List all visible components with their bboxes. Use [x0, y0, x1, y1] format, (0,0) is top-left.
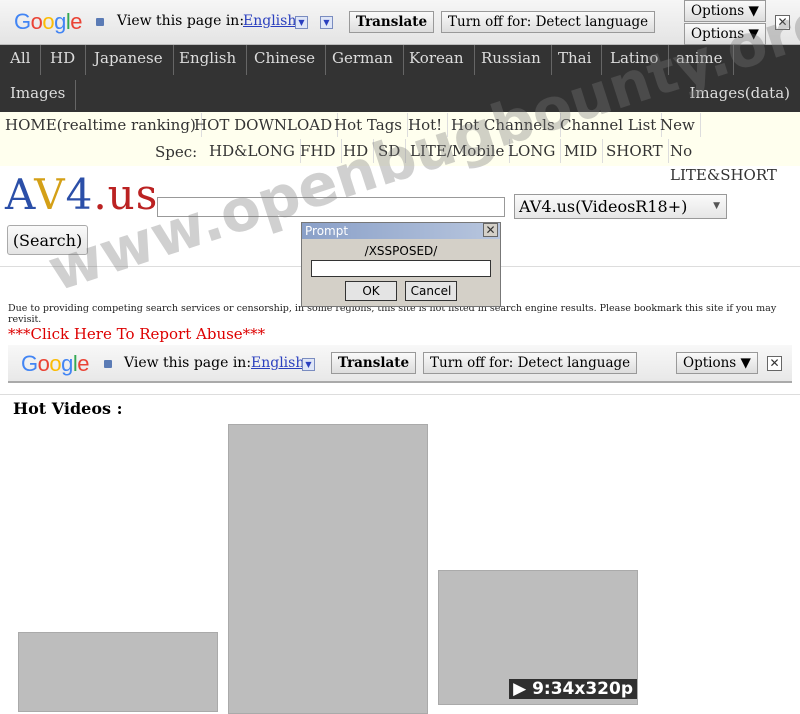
translate-button[interactable]: Translate — [349, 11, 434, 33]
lock-icon — [104, 360, 112, 368]
view-label: View this page in: — [124, 355, 251, 371]
report-abuse-link[interactable]: ***Click Here To Report Abuse*** — [8, 325, 265, 343]
video-caption: ▶ 9:34x320p — [509, 679, 637, 699]
spec-short[interactable]: SHORT — [601, 139, 669, 163]
menu-new[interactable]: New — [655, 113, 701, 137]
language-link[interactable]: English — [251, 355, 304, 371]
prompt-titlebar[interactable]: Prompt ✕ — [302, 223, 500, 239]
lock-icon — [96, 18, 104, 26]
search-button[interactable]: (Search) — [7, 225, 88, 255]
menu-channel-list[interactable]: Channel List — [555, 113, 662, 137]
nav-japanese[interactable]: Japanese — [84, 45, 174, 75]
spec-fhd[interactable]: FHD — [295, 139, 342, 163]
spec-hd[interactable]: HD — [338, 139, 374, 163]
translate-bar: Google View this page in: English ▼ ▼ Tr… — [0, 0, 800, 45]
turn-off-button[interactable]: Turn off for: Detect language — [423, 352, 637, 374]
prompt-title: Prompt — [305, 224, 348, 238]
spec-no-lite-short[interactable]: No LITE&SHORT — [665, 139, 800, 187]
video-thumbnail[interactable]: ▶ 9:34x320p — [438, 570, 638, 705]
spec-sd[interactable]: SD — [373, 139, 406, 163]
nav-chinese[interactable]: Chinese — [244, 45, 326, 75]
site-logo[interactable]: AV4.us — [5, 170, 158, 219]
google-logo: Google — [21, 351, 89, 377]
target-dropdown-icon[interactable]: ▼ — [320, 16, 333, 29]
site-select[interactable]: AV4.us(VideosR18+) ▼ — [514, 194, 727, 219]
turn-off-button[interactable]: Turn off for: Detect language — [441, 11, 655, 33]
main-menu: HOME(realtime ranking) HOT DOWNLOAD Hot … — [0, 112, 800, 166]
ok-button[interactable]: OK — [345, 281, 397, 301]
hot-videos-heading: Hot Videos : — [13, 399, 122, 418]
view-label: View this page in: — [117, 13, 244, 29]
language-link[interactable]: English — [243, 13, 296, 29]
divider — [0, 394, 800, 395]
translate-button[interactable]: Translate — [331, 352, 416, 374]
prompt-input[interactable] — [311, 260, 491, 277]
spec-hd-long[interactable]: HD&LONG — [204, 139, 301, 163]
site-select-value: AV4.us(VideosR18+) — [519, 197, 687, 216]
close-icon[interactable]: ✕ — [767, 356, 782, 371]
spec-lite-mobile[interactable]: LITE/Mobile — [405, 139, 510, 163]
category-nav: All HD Japanese English Chinese German K… — [0, 45, 800, 112]
search-input[interactable] — [157, 197, 505, 217]
nav-anime[interactable]: anime — [666, 45, 734, 75]
menu-hot[interactable]: Hot! — [403, 113, 448, 137]
options-button[interactable]: Options ▼ — [676, 352, 758, 374]
menu-hot-channels[interactable]: Hot Channels — [446, 113, 561, 137]
close-icon[interactable]: ✕ — [775, 15, 790, 30]
nav-latino[interactable]: Latino — [600, 45, 669, 75]
language-dropdown-icon[interactable]: ▼ — [302, 358, 315, 371]
video-thumbnail[interactable] — [228, 424, 428, 714]
menu-home[interactable]: HOME(realtime ranking) — [0, 113, 202, 137]
options-button[interactable]: Options ▼ — [684, 0, 766, 22]
menu-hot-download[interactable]: HOT DOWNLOAD — [189, 113, 338, 137]
prompt-message: /XSSPOSED/ — [302, 244, 500, 258]
spec-long[interactable]: LONG — [503, 139, 561, 163]
cancel-button[interactable]: Cancel — [405, 281, 457, 301]
nav-all[interactable]: All — [0, 45, 41, 75]
chevron-down-icon: ▼ — [713, 195, 720, 218]
options-button-2[interactable]: Options ▼ — [684, 23, 766, 45]
nav-korean[interactable]: Korean — [399, 45, 475, 75]
nav-hd[interactable]: HD — [40, 45, 86, 75]
video-thumbnail[interactable] — [18, 632, 218, 712]
nav-german[interactable]: German — [322, 45, 404, 75]
nav-russian[interactable]: Russian — [471, 45, 552, 75]
menu-hot-tags[interactable]: Hot Tags — [329, 113, 408, 137]
nav-images-data[interactable]: Images(data) — [680, 80, 800, 110]
nav-images[interactable]: Images — [0, 80, 76, 110]
language-dropdown-icon[interactable]: ▼ — [295, 16, 308, 29]
nav-thai[interactable]: Thai — [548, 45, 602, 75]
nav-english[interactable]: English — [169, 45, 247, 75]
spec-mid[interactable]: MID — [559, 139, 603, 163]
spec-label: Spec: — [150, 140, 202, 164]
close-icon[interactable]: ✕ — [483, 223, 498, 237]
translate-bar-inline: Google View this page in: English ▼ Tran… — [8, 345, 792, 383]
google-logo: Google — [14, 9, 82, 35]
prompt-dialog: Prompt ✕ /XSSPOSED/ OK Cancel — [301, 222, 501, 307]
